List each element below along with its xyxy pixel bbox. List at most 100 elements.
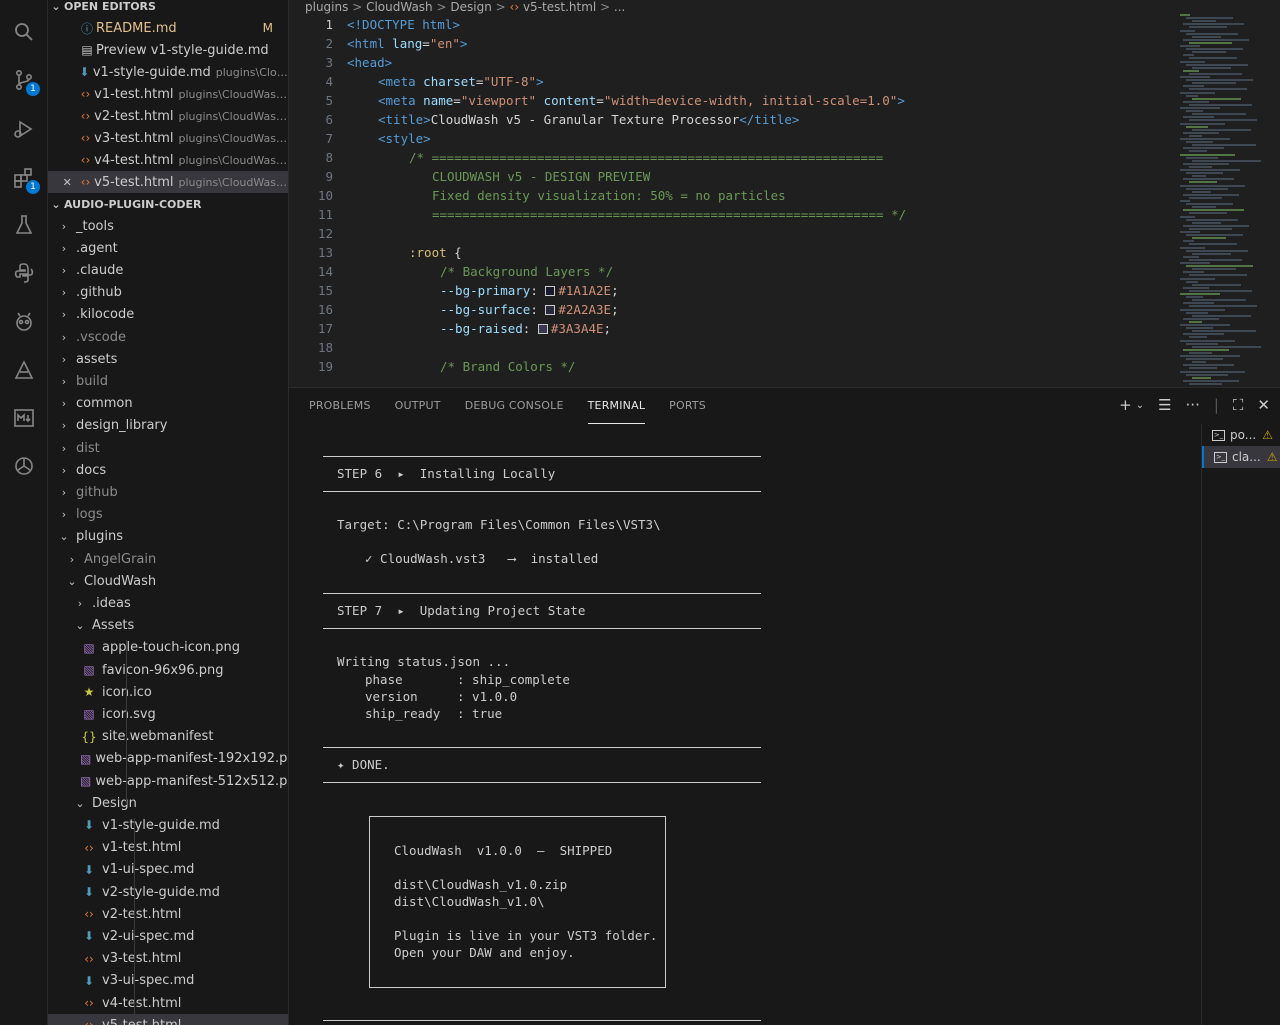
breadcrumb-item[interactable]: plugins xyxy=(305,0,348,14)
tree-folder[interactable]: › logs xyxy=(48,504,288,526)
breadcrumb-item[interactable]: ... xyxy=(614,0,625,14)
new-terminal-plus-icon[interactable]: + xyxy=(1119,396,1132,414)
close-panel-icon[interactable]: ✕ xyxy=(1257,396,1270,414)
terminal-instance-claude[interactable]: >_ cla... ⚠ xyxy=(1202,446,1280,468)
workspace-header[interactable]: ⌄ AUDIO-PLUGIN-CODER xyxy=(48,193,288,215)
open-editor-v2-test[interactable]: ‹› v2-test.html plugins\CloudWash... xyxy=(48,105,288,127)
tree-file[interactable]: ▧ web-app-manifest-512x512.png xyxy=(48,770,288,792)
line-number: 12 xyxy=(317,226,333,241)
maximize-panel-icon[interactable]: ⛶ xyxy=(1233,396,1244,414)
tree-folder[interactable]: › docs xyxy=(48,459,288,481)
chevron-down-icon[interactable]: ⌄ xyxy=(1136,400,1144,411)
tab-debug-console[interactable]: DEBUG CONSOLE xyxy=(465,388,564,424)
tree-file[interactable]: ‹› v3-test.html xyxy=(48,948,288,970)
testing-flask-icon[interactable] xyxy=(10,211,38,239)
tree-folder[interactable]: › .agent xyxy=(48,237,288,259)
tree-folder[interactable]: ⌄ Design xyxy=(48,792,288,814)
color-swatch[interactable] xyxy=(545,286,556,296)
clear-terminal-icon[interactable]: ☰ xyxy=(1158,396,1171,414)
tree-folder[interactable]: ⌄ Assets xyxy=(48,615,288,637)
source-control-icon[interactable]: 1 xyxy=(10,66,40,96)
open-editor-preview[interactable]: ▤ Preview v1-style-guide.md xyxy=(48,39,288,61)
code-token: --bg-surface xyxy=(440,302,531,317)
open-editor-v1-test[interactable]: ‹› v1-test.html plugins\CloudWash... xyxy=(48,83,288,105)
search-icon[interactable] xyxy=(10,18,38,46)
chevron-right-icon: › xyxy=(61,485,67,499)
open-editor-readme[interactable]: ⓘ README.md M xyxy=(48,17,288,39)
terminal-output[interactable]: STEP 6 ▸ Installing Locally Target: C:\P… xyxy=(323,424,1183,1025)
color-swatch[interactable] xyxy=(537,324,548,334)
open-editor-v3-test[interactable]: ‹› v3-test.html plugins\CloudWash... xyxy=(48,127,288,149)
breadcrumb-item[interactable]: Design xyxy=(450,0,491,14)
tab-terminal[interactable]: TERMINAL xyxy=(587,388,646,424)
tree-file[interactable]: ⬇ v1-style-guide.md xyxy=(48,814,288,836)
tree-folder[interactable]: › AngelGrain xyxy=(48,548,288,570)
info-icon: ⓘ xyxy=(80,21,93,36)
tree-folder[interactable]: › github xyxy=(48,481,288,503)
run-debug-icon[interactable] xyxy=(10,115,38,143)
minimap-line xyxy=(1183,286,1209,289)
open-editor-v4-test[interactable]: ‹› v4-test.html plugins\CloudWash... xyxy=(48,149,288,171)
open-editor-path: plugins\Clou... xyxy=(215,65,289,79)
code-token: /* Background Layers */ xyxy=(440,264,614,279)
more-actions-icon[interactable]: ··· xyxy=(1186,396,1200,414)
tree-folder[interactable]: › .vscode xyxy=(48,326,288,348)
markdown-file-icon: ⬇ xyxy=(79,65,90,79)
tree-item-label: .agent xyxy=(76,240,118,256)
terminal-line: STEP 7 ▸ Updating Project State xyxy=(337,603,586,618)
kilo-code-icon[interactable] xyxy=(10,356,38,384)
tree-folder[interactable]: › dist xyxy=(48,437,288,459)
color-swatch[interactable] xyxy=(545,305,556,315)
close-icon[interactable]: ✕ xyxy=(58,176,77,189)
explorer-sidebar: ⌄ OPEN EDITORS ⓘ README.md M ▤ Preview v… xyxy=(48,0,289,1025)
markdown-preview-icon[interactable] xyxy=(10,404,38,432)
tree-folder[interactable]: ⌄ CloudWash xyxy=(48,570,288,592)
tree-file[interactable]: ‹› v2-test.html xyxy=(48,903,288,925)
tree-file[interactable]: ▧ apple-touch-icon.png xyxy=(48,637,288,659)
extensions-icon[interactable]: 1 xyxy=(10,164,40,194)
tree-folder[interactable]: › design_library xyxy=(48,415,288,437)
code-editor[interactable]: plugins > CloudWash > Design > ‹› v5-tes… xyxy=(289,0,1280,387)
tree-folder[interactable]: › .claude xyxy=(48,259,288,281)
tree-file[interactable]: ⬇ v1-ui-spec.md xyxy=(48,859,288,881)
tree-folder[interactable]: › .github xyxy=(48,282,288,304)
tree-file[interactable]: ▧ web-app-manifest-192x192.png xyxy=(48,748,288,770)
tree-file[interactable]: ‹› v1-test.html xyxy=(48,837,288,859)
breadcrumb-item[interactable]: v5-test.html xyxy=(523,0,596,14)
tree-file[interactable]: ★icon.ico xyxy=(48,681,288,703)
tree-file[interactable]: ▧ icon.svg xyxy=(48,703,288,725)
code-token: = xyxy=(422,36,430,51)
tree-file[interactable]: ⬇ v2-style-guide.md xyxy=(48,881,288,903)
open-editor-v5-test[interactable]: ✕ ‹› v5-test.html plugins\CloudWash... xyxy=(48,171,288,193)
python-icon[interactable] xyxy=(10,259,38,287)
tree-folder[interactable]: › .ideas xyxy=(48,592,288,614)
tree-folder[interactable]: › build xyxy=(48,370,288,392)
tree-folder[interactable]: › .kilocode xyxy=(48,304,288,326)
html-file-icon: ‹› xyxy=(84,907,94,922)
tree-file[interactable]: ‹› v4-test.html xyxy=(48,992,288,1014)
tree-item-label: CloudWash xyxy=(84,573,157,589)
tab-ports[interactable]: PORTS xyxy=(669,388,706,424)
tree-folder[interactable]: ⌄ plugins xyxy=(48,526,288,548)
open-editors-header[interactable]: ⌄ OPEN EDITORS xyxy=(48,0,288,17)
tree-file[interactable]: ‹› v5-test.html xyxy=(48,1014,288,1025)
tree-file[interactable]: {} site.webmanifest xyxy=(48,726,288,748)
tab-output[interactable]: OUTPUT xyxy=(395,388,441,424)
tree-folder[interactable]: › assets xyxy=(48,348,288,370)
tree-file[interactable]: ⬇ v2-ui-spec.md xyxy=(48,925,288,947)
open-editor-v1-style-guide[interactable]: ⬇ v1-style-guide.md plugins\Clou... xyxy=(48,61,289,83)
tree-folder[interactable]: › common xyxy=(48,393,288,415)
tree-file[interactable]: ▧ favicon-96x96.png xyxy=(48,659,288,681)
terminal-instance-powershell[interactable]: >_ po... ⚠ xyxy=(1202,424,1280,446)
tab-problems[interactable]: PROBLEMS xyxy=(309,388,371,424)
breadcrumb-item[interactable]: CloudWash xyxy=(366,0,433,14)
minimap-line xyxy=(1186,94,1198,97)
tree-folder[interactable]: › _tools xyxy=(48,215,288,237)
openai-icon[interactable] xyxy=(10,452,38,480)
code-line: 16 --bg-surface: #2A2A3E; xyxy=(289,300,1169,319)
minimap-line xyxy=(1183,317,1219,320)
tree-file[interactable]: ⬇ v3-ui-spec.md xyxy=(48,970,288,992)
alien-extension-icon[interactable] xyxy=(10,308,38,336)
minimap[interactable] xyxy=(1180,14,1272,386)
tree-item-label: v4-test.html xyxy=(102,995,182,1011)
